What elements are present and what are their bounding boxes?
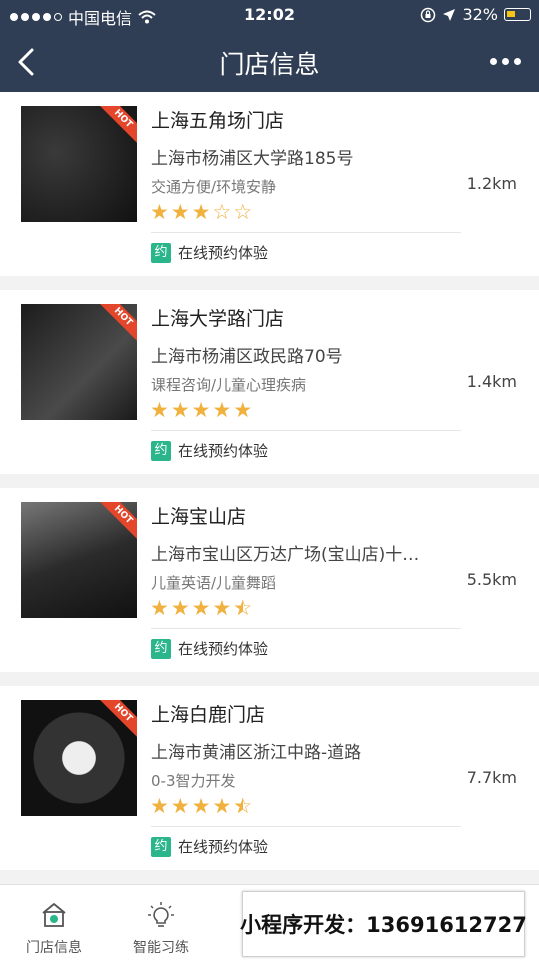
booking-label: 在线预约体验 xyxy=(178,640,269,658)
star-filled-icon: ★ xyxy=(212,596,232,620)
star-filled-icon: ★ xyxy=(191,398,211,422)
rating-stars: ★ ★ ★ ☆ ☆ xyxy=(150,200,252,224)
promo-banner: 小程序开发：13691612727 xyxy=(240,891,527,957)
rating-stars: ★ ★ ★ ★ ☆ ★ xyxy=(150,794,254,818)
store-tags: 儿童英语/儿童舞蹈 xyxy=(151,574,277,592)
store-thumbnail[interactable]: HOT xyxy=(21,304,137,420)
store-name[interactable]: 上海白鹿门店 xyxy=(151,700,265,727)
status-bar: 中国电信 12:02 32% xyxy=(0,0,539,32)
rating-stars: ★ ★ ★ ★ ★ xyxy=(150,398,252,422)
star-filled-icon: ★ xyxy=(212,794,232,818)
online-booking-button[interactable]: 约 在线预约体验 xyxy=(151,242,268,263)
divider xyxy=(151,232,461,233)
star-filled-icon: ★ xyxy=(170,794,190,818)
status-right: 32% xyxy=(420,5,531,24)
star-filled-icon: ★ xyxy=(191,200,211,224)
hot-badge: HOT xyxy=(96,106,137,146)
booking-badge: 约 xyxy=(151,836,171,857)
store-tags: 交通方便/环境安静 xyxy=(151,178,277,196)
star-filled-icon: ★ xyxy=(191,596,211,620)
store-address: 上海市黄浦区浙江中路-道路 xyxy=(151,743,362,763)
store-tags: 0-3智力开发 xyxy=(151,772,236,790)
store-card[interactable]: HOT 上海白鹿门店 上海市黄浦区浙江中路-道路 0-3智力开发 7.7km ★… xyxy=(0,686,539,870)
store-address: 上海市杨浦区大学路185号 xyxy=(151,149,354,169)
store-card[interactable]: HOT 上海大学路门店 上海市杨浦区政民路70号 课程咨询/儿童心理疾病 1.4… xyxy=(0,290,539,474)
store-thumbnail[interactable]: HOT xyxy=(21,502,137,618)
tab-label: 门店信息 xyxy=(26,940,82,956)
divider xyxy=(151,628,461,629)
star-filled-icon: ★ xyxy=(191,794,211,818)
nav-bar: 门店信息 xyxy=(0,32,539,92)
lightbulb-icon xyxy=(148,902,174,927)
store-address: 上海市杨浦区政民路70号 xyxy=(151,347,343,367)
store-card[interactable]: HOT 上海宝山店 上海市宝山区万达广场(宝山店)十… 儿童英语/儿童舞蹈 5.… xyxy=(0,488,539,672)
store-icon xyxy=(42,903,66,927)
divider xyxy=(151,430,461,431)
tab-smart-practice[interactable]: 智能习练 xyxy=(111,885,211,960)
hot-badge: HOT xyxy=(96,502,137,542)
hot-badge: HOT xyxy=(96,304,137,344)
page-title: 门店信息 xyxy=(219,50,320,79)
store-distance: 1.2km xyxy=(466,174,517,193)
battery-icon xyxy=(504,8,531,21)
booking-label: 在线预约体验 xyxy=(178,244,269,262)
online-booking-button[interactable]: 约 在线预约体验 xyxy=(151,638,268,659)
star-empty-icon: ☆ xyxy=(212,200,232,224)
divider xyxy=(151,826,461,827)
store-thumbnail[interactable]: HOT xyxy=(21,106,137,222)
star-filled-icon: ★ xyxy=(150,398,169,422)
star-half-icon: ☆ ★ xyxy=(233,596,253,620)
store-thumbnail[interactable]: HOT xyxy=(21,700,137,816)
booking-label: 在线预约体验 xyxy=(178,838,269,856)
booking-badge: 约 xyxy=(151,440,171,461)
store-name[interactable]: 上海大学路门店 xyxy=(151,304,284,331)
star-half-icon: ☆ ★ xyxy=(233,794,253,818)
store-distance: 5.5km xyxy=(466,570,517,589)
location-arrow-icon xyxy=(443,8,456,21)
store-distance: 1.4km xyxy=(466,372,517,391)
star-filled-icon: ★ xyxy=(233,398,253,422)
store-name[interactable]: 上海五角场门店 xyxy=(151,106,284,133)
store-name[interactable]: 上海宝山店 xyxy=(151,502,246,529)
star-filled-icon: ★ xyxy=(170,596,190,620)
booking-badge: 约 xyxy=(151,638,171,659)
store-address: 上海市宝山区万达广场(宝山店)十… xyxy=(151,545,420,565)
tab-store-info[interactable]: 门店信息 xyxy=(4,885,104,960)
store-distance: 7.7km xyxy=(466,768,517,787)
orientation-lock-icon xyxy=(421,7,436,22)
app-root: 中国电信 12:02 32% 门店信息 HOT 上海五角场门店 上海市杨浦区大学… xyxy=(0,0,539,960)
booking-label: 在线预约体验 xyxy=(178,442,269,460)
star-filled-icon: ★ xyxy=(150,596,169,620)
more-menu-icon[interactable] xyxy=(490,58,521,65)
star-empty-icon: ☆ xyxy=(233,200,253,224)
store-card[interactable]: HOT 上海五角场门店 上海市杨浦区大学路185号 交通方便/环境安静 1.2k… xyxy=(0,92,539,276)
tab-label: 智能习练 xyxy=(133,940,189,956)
top-bar: 中国电信 12:02 32% 门店信息 xyxy=(0,0,539,92)
booking-badge: 约 xyxy=(151,242,171,263)
battery-percent: 32% xyxy=(462,5,498,24)
rating-stars: ★ ★ ★ ★ ☆ ★ xyxy=(150,596,254,620)
hot-badge: HOT xyxy=(96,700,137,740)
store-tags: 课程咨询/儿童心理疾病 xyxy=(151,376,307,394)
online-booking-button[interactable]: 约 在线预约体验 xyxy=(151,440,268,461)
star-filled-icon: ★ xyxy=(150,200,169,224)
star-filled-icon: ★ xyxy=(212,398,232,422)
star-filled-icon: ★ xyxy=(170,398,190,422)
online-booking-button[interactable]: 约 在线预约体验 xyxy=(151,836,268,857)
star-filled-icon: ★ xyxy=(170,200,190,224)
star-filled-icon: ★ xyxy=(150,794,169,818)
